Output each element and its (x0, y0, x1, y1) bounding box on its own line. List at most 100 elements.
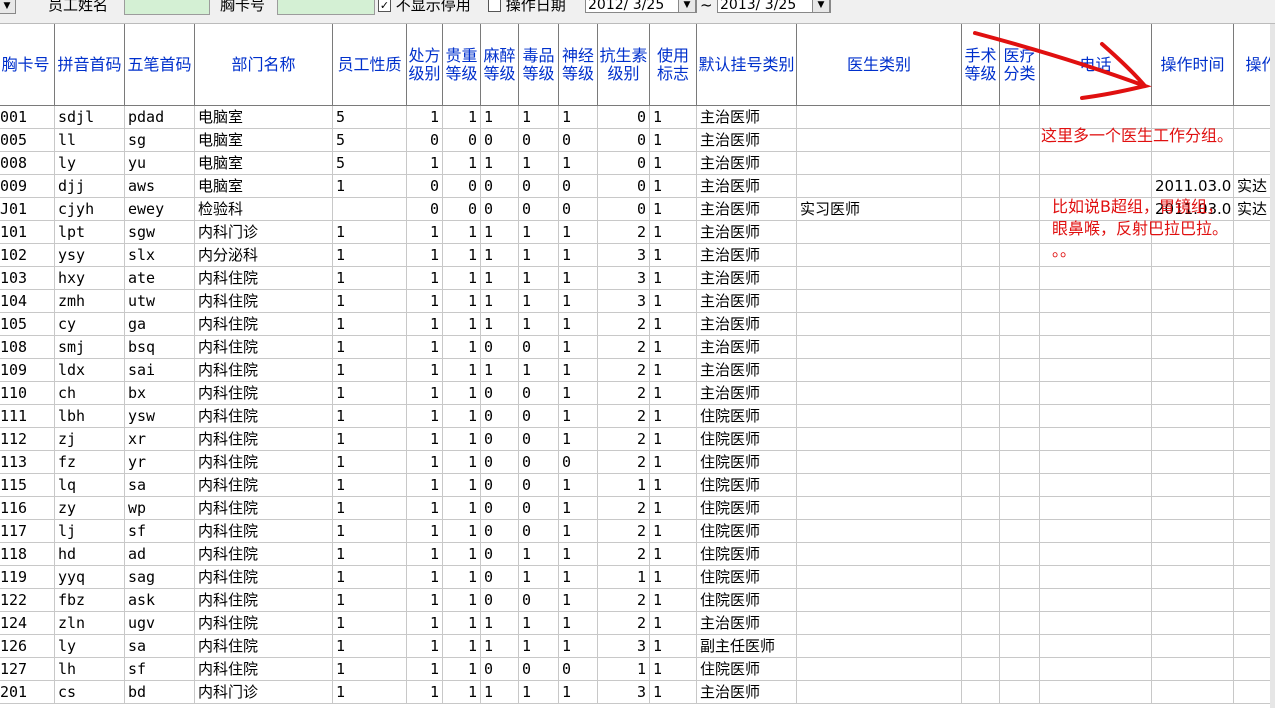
cell-col-operator[interactable] (1234, 520, 1275, 543)
cell-col-wubi[interactable]: sf (125, 520, 195, 543)
cell-col-staff-type[interactable]: 1 (333, 244, 407, 267)
cell-col-rx-level[interactable]: 1 (407, 681, 443, 704)
cell-col-dept[interactable]: 内科住院 (195, 382, 333, 405)
cell-col-reg-type[interactable]: 主治医师 (697, 382, 797, 405)
cell-col-rx-level[interactable]: 1 (407, 520, 443, 543)
cell-col-narcotic[interactable]: 1 (519, 359, 559, 382)
cell-col-reg-type[interactable]: 主治医师 (697, 221, 797, 244)
table-row[interactable]: 119 yyq sag 内科住院 1 1 1 0 1 1 1 1 住院医师 (0, 566, 1275, 589)
cell-col-pinyin[interactable]: smj (55, 336, 125, 359)
hide-disabled-checkbox[interactable]: ✓ (378, 0, 391, 12)
cell-col-operator[interactable] (1234, 658, 1275, 681)
cell-col-card[interactable]: 118 (0, 543, 55, 566)
cell-col-precious[interactable]: 1 (443, 244, 481, 267)
dropdown-arrow-icon[interactable]: ▼ (678, 0, 696, 13)
cell-col-narcotic[interactable]: 0 (519, 129, 559, 152)
cell-col-reg-type[interactable]: 住院医师 (697, 451, 797, 474)
cell-col-psychotropic[interactable]: 1 (559, 244, 598, 267)
cell-col-doctor-type[interactable] (797, 589, 962, 612)
cell-col-card[interactable]: 109 (0, 359, 55, 382)
cell-col-medical-class[interactable] (1000, 290, 1040, 313)
cell-col-active[interactable]: 1 (650, 405, 697, 428)
table-row[interactable]: 108 smj bsq 内科住院 1 1 1 0 0 1 2 1 主治医师 (0, 336, 1275, 359)
cell-col-antibiotic[interactable]: 3 (598, 681, 650, 704)
cell-col-op-time[interactable] (1152, 267, 1234, 290)
cell-col-rx-level[interactable]: 1 (407, 313, 443, 336)
cell-col-surgery-level[interactable] (962, 681, 1000, 704)
cell-col-wubi[interactable]: sf (125, 658, 195, 681)
cell-col-medical-class[interactable] (1000, 520, 1040, 543)
cell-col-staff-type[interactable]: 1 (333, 313, 407, 336)
header-col-precious[interactable]: 贵重等级 (443, 24, 481, 106)
cell-col-op-time[interactable] (1152, 543, 1234, 566)
cell-col-active[interactable]: 1 (650, 612, 697, 635)
cell-col-medical-class[interactable] (1000, 244, 1040, 267)
cell-col-phone[interactable] (1040, 359, 1152, 382)
cell-col-narcotic[interactable]: 1 (519, 635, 559, 658)
cell-col-rx-level[interactable]: 1 (407, 635, 443, 658)
cell-col-surgery-level[interactable] (962, 244, 1000, 267)
cell-col-reg-type[interactable]: 住院医师 (697, 589, 797, 612)
cell-col-op-time[interactable] (1152, 520, 1234, 543)
cell-col-pinyin[interactable]: ly (55, 635, 125, 658)
cell-col-medical-class[interactable] (1000, 313, 1040, 336)
cell-col-staff-type[interactable]: 1 (333, 336, 407, 359)
cell-col-phone[interactable] (1040, 635, 1152, 658)
cell-col-operator[interactable] (1234, 267, 1275, 290)
cell-col-staff-type[interactable] (333, 198, 407, 221)
cell-col-operator[interactable] (1234, 474, 1275, 497)
cell-col-op-time[interactable] (1152, 428, 1234, 451)
cell-col-active[interactable]: 1 (650, 244, 697, 267)
cell-col-precious[interactable]: 1 (443, 106, 481, 129)
cell-col-pinyin[interactable]: fz (55, 451, 125, 474)
cell-col-reg-type[interactable]: 主治医师 (697, 129, 797, 152)
header-col-narcotic[interactable]: 毒品等级 (519, 24, 559, 106)
cell-col-operator[interactable] (1234, 543, 1275, 566)
cell-col-narcotic[interactable]: 0 (519, 658, 559, 681)
cell-col-medical-class[interactable] (1000, 589, 1040, 612)
cell-col-anesthetic[interactable]: 0 (481, 658, 519, 681)
cell-col-antibiotic[interactable]: 2 (598, 382, 650, 405)
cell-col-pinyin[interactable]: hd (55, 543, 125, 566)
cell-col-precious[interactable]: 1 (443, 497, 481, 520)
cell-col-anesthetic[interactable]: 0 (481, 382, 519, 405)
cell-col-surgery-level[interactable] (962, 451, 1000, 474)
cell-col-antibiotic[interactable]: 2 (598, 497, 650, 520)
cell-col-surgery-level[interactable] (962, 175, 1000, 198)
cell-col-operator[interactable] (1234, 336, 1275, 359)
header-col-pinyin[interactable]: 拼音首码 (55, 24, 125, 106)
cell-col-psychotropic[interactable]: 0 (559, 175, 598, 198)
cell-col-psychotropic[interactable]: 1 (559, 474, 598, 497)
cell-col-wubi[interactable]: ysw (125, 405, 195, 428)
cell-col-staff-type[interactable]: 1 (333, 221, 407, 244)
cell-col-operator[interactable] (1234, 290, 1275, 313)
table-row[interactable]: 116 zy wp 内科住院 1 1 1 0 0 1 2 1 住院医师 (0, 497, 1275, 520)
header-col-reg-type[interactable]: 默认挂号类别 (697, 24, 797, 106)
cell-col-precious[interactable]: 1 (443, 451, 481, 474)
cell-col-op-time[interactable] (1152, 152, 1234, 175)
cell-col-medical-class[interactable] (1000, 681, 1040, 704)
cell-col-pinyin[interactable]: lq (55, 474, 125, 497)
cell-col-surgery-level[interactable] (962, 267, 1000, 290)
cell-col-anesthetic[interactable]: 0 (481, 497, 519, 520)
cell-col-surgery-level[interactable] (962, 129, 1000, 152)
cell-col-phone[interactable] (1040, 566, 1152, 589)
cell-col-anesthetic[interactable]: 0 (481, 589, 519, 612)
cell-col-rx-level[interactable]: 1 (407, 382, 443, 405)
cell-col-wubi[interactable]: sa (125, 474, 195, 497)
cell-col-antibiotic[interactable]: 3 (598, 635, 650, 658)
cell-col-dept[interactable]: 电脑室 (195, 129, 333, 152)
cell-col-psychotropic[interactable]: 0 (559, 451, 598, 474)
cell-col-surgery-level[interactable] (962, 106, 1000, 129)
cell-col-surgery-level[interactable] (962, 612, 1000, 635)
cell-col-card[interactable]: 105 (0, 313, 55, 336)
cell-col-card[interactable]: 110 (0, 382, 55, 405)
cell-col-active[interactable]: 1 (650, 267, 697, 290)
cell-col-phone[interactable] (1040, 658, 1152, 681)
cell-col-rx-level[interactable]: 1 (407, 658, 443, 681)
cell-col-psychotropic[interactable]: 1 (559, 382, 598, 405)
cell-col-psychotropic[interactable]: 1 (559, 152, 598, 175)
cell-col-antibiotic[interactable]: 2 (598, 359, 650, 382)
cell-col-surgery-level[interactable] (962, 221, 1000, 244)
table-row[interactable]: 112 zj xr 内科住院 1 1 1 0 0 1 2 1 住院医师 (0, 428, 1275, 451)
